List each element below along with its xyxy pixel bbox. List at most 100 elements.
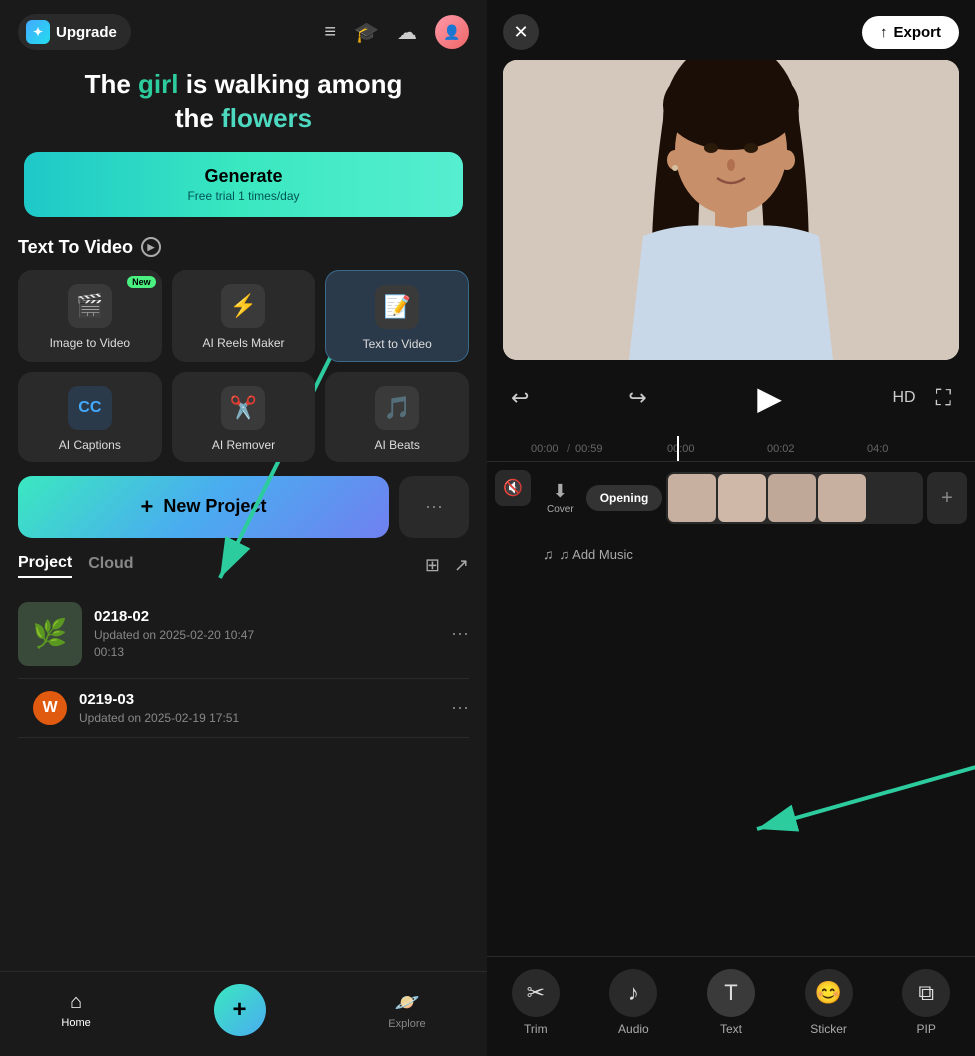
time-marker-0: 00:00 (667, 443, 695, 455)
ai-beats-label: AI Beats (374, 438, 419, 452)
timecode-current: 00:00 (531, 443, 559, 455)
play-button[interactable]: ▶ (746, 374, 794, 422)
tool-audio[interactable]: ♪ Audio (603, 969, 663, 1036)
export-upload-icon: ↑ (880, 24, 888, 41)
hero-word-girl: girl (138, 69, 178, 99)
tool-text[interactable]: T Text (701, 969, 761, 1036)
track-thumb-3 (768, 474, 816, 522)
image-to-video-label: Image to Video (50, 336, 131, 350)
sticker-icon: 😊 (805, 969, 853, 1017)
tool-grid-row2: CC AI Captions ✂️ AI Remover 🎵 AI Beats (0, 372, 487, 476)
video-header: ✕ ↑ Export (487, 0, 975, 60)
project-item[interactable]: 🌿 0218-02 Updated on 2025-02-20 10:47 00… (18, 590, 469, 679)
more-button[interactable]: ··· (399, 476, 469, 538)
track-thumb-4 (818, 474, 866, 522)
volume-button[interactable]: 🔇 (495, 470, 531, 506)
tab-cloud[interactable]: Cloud (88, 555, 133, 577)
tool-ai-reels[interactable]: ⚡ AI Reels Maker (172, 270, 316, 362)
close-button[interactable]: ✕ (503, 14, 539, 50)
music-track[interactable]: ♫ ♫ Add Music (543, 534, 967, 574)
person-svg (503, 60, 959, 360)
text-to-video-icon: 📝 (375, 285, 419, 329)
top-bar: ✦ Upgrade ≡ 🎓 ☁ 👤 (0, 0, 487, 60)
timeline-ruler: 00:00 / 00:59 00:00 00:02 04:0 (487, 436, 975, 462)
project-more-icon[interactable]: ··· (451, 623, 469, 644)
tool-grid-row1: New 🎬 Image to Video ⚡ AI Reels Maker 📝 … (0, 270, 487, 372)
audio-label: Audio (618, 1022, 649, 1036)
sticker-label: Sticker (810, 1022, 847, 1036)
more-dots-icon: ··· (425, 496, 443, 517)
project-duration: 00:13 (94, 645, 439, 659)
new-project-button[interactable]: + New Project (18, 476, 389, 538)
trim-icon: ✂ (512, 969, 560, 1017)
tool-ai-beats[interactable]: 🎵 AI Beats (325, 372, 469, 462)
tool-sticker[interactable]: 😊 Sticker (799, 969, 859, 1036)
time-marker-1: 00:02 (767, 443, 795, 455)
grid-view-icon[interactable]: ⊞ (425, 555, 440, 576)
timeline-tracks: 🔇 ⬇ Cover Opening + (487, 462, 975, 582)
pip-label: PIP (917, 1022, 936, 1036)
hero-text: The girl is walking among the flowers (0, 60, 487, 152)
track-controls: 🔇 (487, 470, 531, 574)
home-label: Home (61, 1017, 90, 1029)
quality-icon[interactable]: HD (892, 385, 915, 411)
cover-button[interactable]: ⬇ Cover (539, 477, 582, 519)
redo-button[interactable]: ↪ (628, 385, 646, 411)
undo-button[interactable]: ↩ (511, 385, 529, 411)
bottom-toolbar: ✂ Trim ♪ Audio T Text 😊 Sticker ⧉ PIP (487, 956, 975, 1056)
track-thumb-1 (668, 474, 716, 522)
add-clip-button[interactable]: + (927, 472, 967, 524)
fullscreen-icon[interactable]: ⛶ (936, 385, 951, 411)
opening-chip[interactable]: Opening (586, 485, 663, 511)
music-note-icon: ♫ (543, 546, 554, 562)
project-thumbnail: 🌿 (18, 602, 82, 666)
text-label: Text (720, 1022, 742, 1036)
cover-label: Cover (547, 504, 574, 515)
audio-icon: ♪ (609, 969, 657, 1017)
share-icon[interactable]: ↗ (454, 555, 469, 576)
section-play-icon[interactable]: ▶ (141, 237, 161, 257)
teal-arrow-svg (487, 582, 975, 956)
menu-icon[interactable]: ≡ (324, 21, 336, 44)
trim-label: Trim (524, 1022, 548, 1036)
tool-trim[interactable]: ✂ Trim (506, 969, 566, 1036)
export-button[interactable]: ↑ Export (862, 16, 959, 49)
arrow-spacer (487, 582, 975, 956)
cap-icon[interactable]: 🎓 (354, 20, 379, 45)
new-badge: New (127, 276, 156, 288)
tool-text-to-video[interactable]: 📝 Text to Video (325, 270, 469, 362)
text-icon: T (707, 969, 755, 1017)
cloud-icon[interactable]: ☁ (397, 20, 417, 45)
nav-add-button[interactable]: + (214, 984, 266, 1036)
upgrade-icon: ✦ (26, 20, 50, 44)
home-icon: ⌂ (70, 991, 82, 1014)
tab-project[interactable]: Project (18, 554, 72, 578)
upgrade-button[interactable]: ✦ Upgrade (18, 14, 131, 50)
project-item[interactable]: W 0219-03 Updated on 2025-02-19 17:51 ··… (18, 679, 469, 738)
left-panel: ✦ Upgrade ≡ 🎓 ☁ 👤 The girl is walking am… (0, 0, 487, 1056)
tracks-content: ⬇ Cover Opening + ♫ ♫ Add Music (539, 470, 967, 574)
add-music-label: ♫ Add Music (560, 547, 633, 562)
tool-ai-captions[interactable]: CC AI Captions (18, 372, 162, 462)
tool-image-to-video[interactable]: New 🎬 Image to Video (18, 270, 162, 362)
track-segment (666, 472, 923, 524)
pip-icon: ⧉ (902, 969, 950, 1017)
cover-chevron-icon: ⬇ (553, 481, 568, 502)
tool-pip[interactable]: ⧉ PIP (896, 969, 956, 1036)
tool-ai-remover[interactable]: ✂️ AI Remover (172, 372, 316, 462)
generate-button[interactable]: Generate Free trial 1 times/day (24, 152, 463, 217)
project-tabs: Project Cloud ⊞ ↗ (0, 554, 487, 590)
nav-home[interactable]: ⌂ Home (61, 991, 90, 1029)
nav-explore[interactable]: 🪐 Explore (388, 990, 425, 1030)
opening-label: Opening (600, 491, 649, 505)
upgrade-label: Upgrade (56, 24, 117, 41)
project-date: Updated on 2025-02-20 10:47 (94, 628, 439, 642)
project-more-icon[interactable]: ··· (451, 697, 469, 718)
project-row: + New Project ··· (0, 476, 487, 554)
avatar[interactable]: 👤 (435, 15, 469, 49)
timecode-total: 00:59 (575, 443, 603, 455)
ai-beats-icon: 🎵 (375, 386, 419, 430)
video-track: ⬇ Cover Opening + (539, 470, 967, 526)
playback-controls: ↩ ↪ ▶ HD ⛶ (487, 360, 975, 436)
new-project-label: New Project (163, 496, 266, 517)
